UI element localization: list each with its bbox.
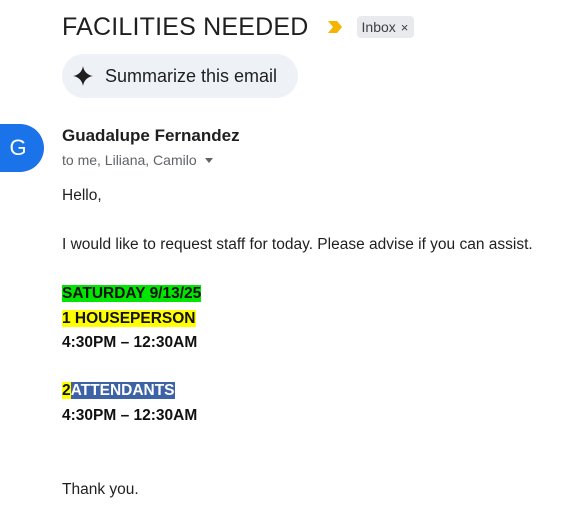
important-marker-icon[interactable] <box>327 20 343 34</box>
inbox-label-text: Inbox <box>361 19 396 35</box>
sparkle-icon <box>73 66 93 86</box>
shift-line-2: 4:30PM – 12:30AM <box>62 407 198 424</box>
body-closing: Thank you. <box>62 481 139 498</box>
subject-row: FACILITIES NEEDED Inbox × <box>62 10 415 44</box>
body-greeting: Hello, <box>62 187 102 204</box>
email-subject: FACILITIES NEEDED <box>62 12 309 41</box>
attendants-count: 2 <box>62 382 71 399</box>
avatar-initial: G <box>9 135 27 160</box>
houseperson-line: 1 HOUSEPERSON <box>62 310 196 328</box>
date-line: SATURDAY 9/13/25 <box>62 285 202 303</box>
sender-avatar[interactable]: G <box>0 124 44 172</box>
summarize-email-label: Summarize this email <box>105 65 278 86</box>
caret-down-icon[interactable] <box>204 157 213 163</box>
shift-line-1: 4:30PM – 12:30AM <box>62 334 198 351</box>
inbox-label-chip: Inbox × <box>356 16 415 38</box>
body-request: I would like to request staff for today.… <box>62 236 533 253</box>
recipients-line: to me, Liliana, Camilo <box>62 152 213 168</box>
remove-label-icon[interactable]: × <box>401 20 409 35</box>
houseperson-line-text: 1 HOUSEPERSON <box>62 310 196 327</box>
date-line-text: SATURDAY 9/13/25 <box>62 285 202 302</box>
recipients-text: to me, Liliana, Camilo <box>62 152 197 168</box>
attendants-label: ATTENDANTS <box>70 382 175 399</box>
attendants-line: 2ATTENDANTS <box>62 382 175 400</box>
sender-name[interactable]: Guadalupe Fernandez <box>62 126 240 146</box>
summarize-email-button[interactable]: Summarize this email <box>62 54 298 98</box>
